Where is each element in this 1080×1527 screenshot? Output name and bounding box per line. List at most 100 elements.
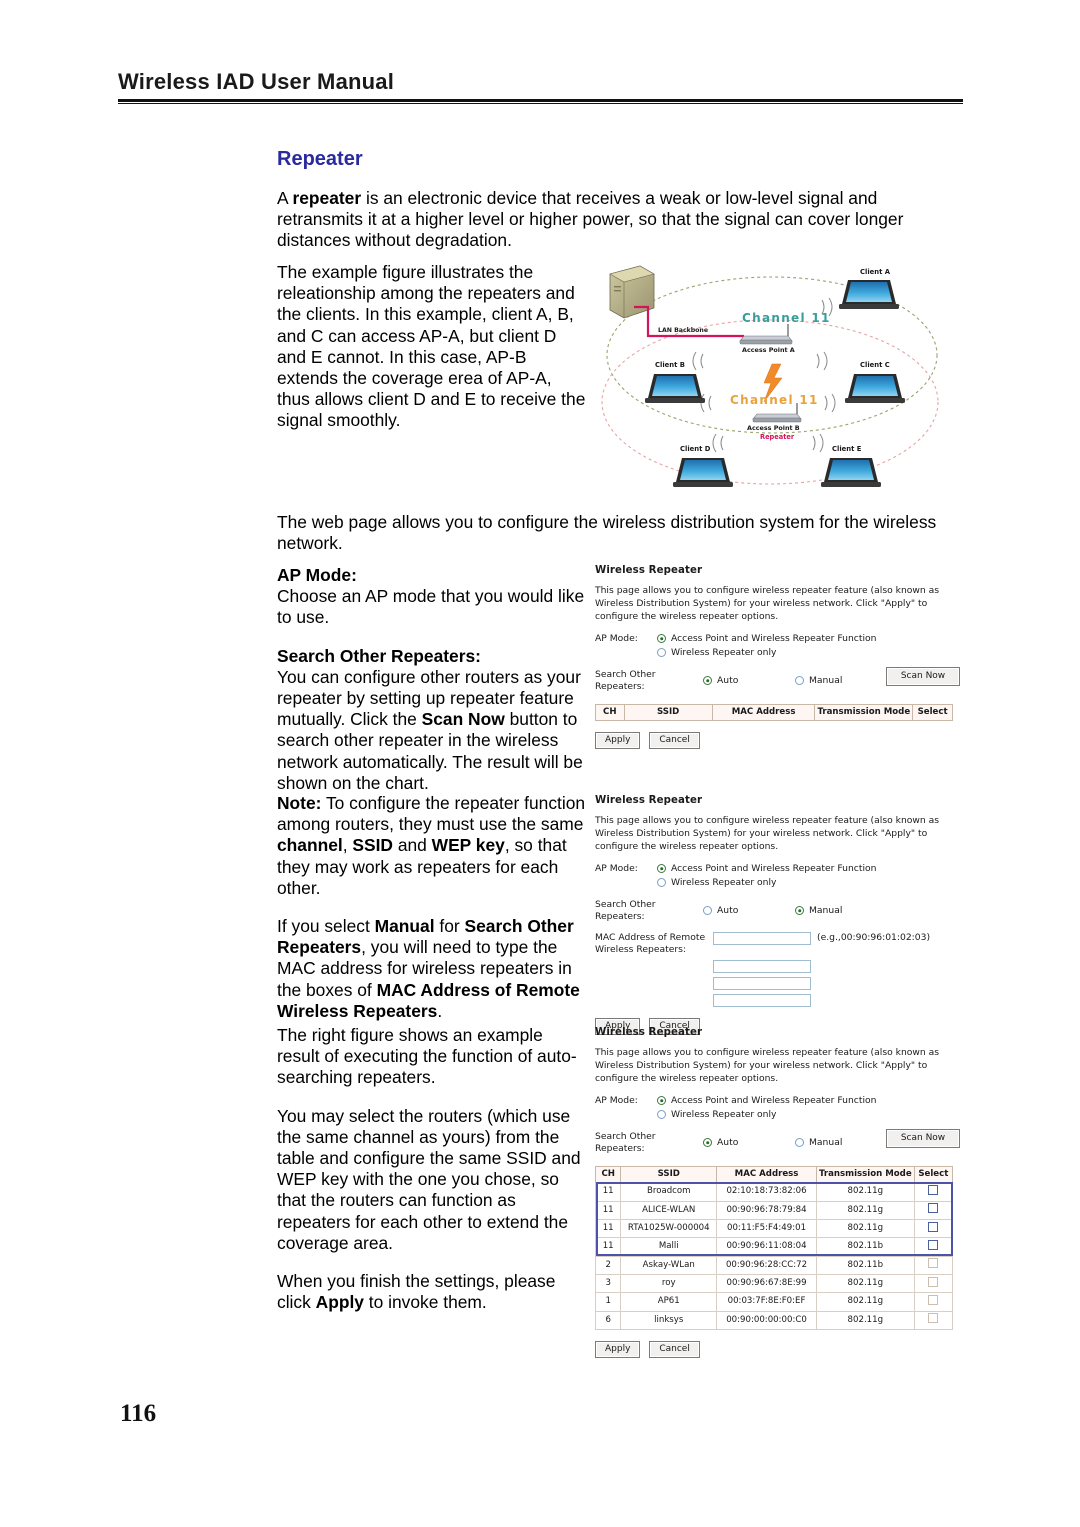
panel3-search-auto-label: Auto [717,1136,739,1148]
cell-mac: 00:03:7F:8E:F0:EF [716,1292,817,1312]
table-row[interactable]: 3 roy 00:90:96:67:8E:99 802.11g [594,1274,954,1294]
figure-paragraph: The example figure illustrates the relea… [277,262,586,431]
checkbox-icon[interactable] [928,1221,939,1232]
panel2-search-radio-auto[interactable]: Auto [703,905,795,917]
panel3-table-body: 11 Broadcom 02:10:18:73:82:06 802.11g 11 ALIC… [594,1182,954,1331]
svg-text:Channel 11: Channel 11 [730,393,819,407]
note-text-1: To configure the repeater function among… [277,793,586,835]
panel2-ap-mode-radio-ap-and-repeater[interactable]: Access Point and Wireless Repeater Funct… [657,863,876,875]
panel1-ap-mode-label: AP Mode: [595,632,638,644]
checkbox-icon[interactable] [928,1203,939,1214]
cell-mac: 00:90:96:67:8E:99 [716,1274,817,1294]
checkbox-icon[interactable] [928,1258,939,1269]
svg-text:Client E: Client E [832,445,862,453]
svg-text:Access Point B: Access Point B [747,424,800,432]
cell-mode: 802.11b [815,1237,915,1257]
table-row[interactable]: 1 AP61 00:03:7F:8E:F0:EF 802.11g [594,1292,954,1312]
panel3-cancel-button[interactable]: Cancel [649,1341,700,1359]
radio-icon[interactable] [795,1138,804,1148]
table-header-row: CH SSID MAC Address Transmission Mode Se… [594,1166,954,1184]
radio-icon[interactable] [657,1096,666,1106]
cell-select[interactable] [913,1255,954,1276]
panel2-mac-first-row: MAC Address of Remote Wireless Repeaters… [595,932,960,956]
apply-text-2: to invoke them. [363,1292,487,1313]
panel2-search-radio-manual[interactable]: Manual [795,905,905,917]
panel3-search-radio-auto[interactable]: Auto [703,1137,795,1149]
panel3-ap-mode-radio-ap-and-repeater[interactable]: Access Point and Wireless Repeater Funct… [657,1095,876,1107]
panel3-apply-button[interactable]: Apply [595,1341,641,1359]
checkbox-icon[interactable] [928,1313,939,1324]
cell-mode: 802.11g [815,1200,915,1221]
panel2-mac-input-4[interactable] [713,993,811,1007]
panel3-scan-now-button[interactable]: Scan Now [886,1128,960,1148]
apply-paragraph: When you finish the settings, please cli… [277,1271,587,1313]
cell-select[interactable] [913,1182,954,1202]
cell-mode: 802.11g [815,1310,915,1331]
apply-bold: Apply [315,1292,364,1313]
panel3-ap-mode-group: AP Mode: Access Point and Wireless Repea… [595,1095,960,1121]
panel1-cancel-button[interactable]: Cancel [649,732,700,750]
panel2-mac-input-1[interactable] [713,932,811,946]
panel1-ap-mode-radio-ap-and-repeater[interactable]: Access Point and Wireless Repeater Funct… [657,633,876,645]
manual-bold-manual: Manual [374,916,435,937]
cell-mac: 00:90:96:78:79:84 [716,1200,817,1221]
radio-icon[interactable] [657,864,666,874]
radio-icon[interactable] [703,676,712,686]
panel1-ap-mode-radio-repeater-only[interactable]: Wireless Repeater only [657,647,777,659]
checkbox-icon[interactable] [928,1276,939,1287]
cell-mac: 00:90:00:00:00:C0 [716,1310,817,1331]
radio-icon[interactable] [657,634,666,644]
panel1-search-auto-label: Auto [717,674,739,686]
panel2-ap-mode-label: AP Mode: [595,862,638,874]
svg-text:Client D: Client D [680,445,711,453]
panel1-ap-mode-option-2-label: Wireless Repeater only [671,646,777,658]
radio-icon[interactable] [657,1110,666,1120]
checkbox-icon[interactable] [928,1184,939,1195]
table-row[interactable]: 11 ALICE-WLAN 00:90:96:78:79:84 802.11g [594,1200,954,1221]
th-ssid: SSID [623,704,713,722]
search-repeaters-paragraph: Search Other Repeaters: You can configur… [277,646,587,794]
cell-select[interactable] [913,1292,954,1312]
table-row[interactable]: 11 RTA1025W-000004 00:11:F5:F4:49:01 802.11… [594,1219,954,1239]
cell-ssid: linksys [620,1310,718,1331]
table-row[interactable]: 2 Askay-WLan 00:90:96:28:CC:72 802.11b [594,1255,954,1276]
panel2-ap-mode-radio-repeater-only[interactable]: Wireless Repeater only [657,877,777,889]
radio-icon[interactable] [657,878,666,888]
panel1-scan-now-button[interactable]: Scan Now [886,666,960,686]
panel3-ap-mode-radio-repeater-only[interactable]: Wireless Repeater only [657,1109,777,1121]
radio-icon[interactable] [795,906,804,916]
panel2-mac-input-3[interactable] [713,976,811,990]
cell-ssid: roy [620,1274,718,1294]
panel2-mac-label-line1: MAC Address of Remote [595,932,706,944]
cell-ch: 2 [594,1255,622,1276]
table-row[interactable]: 6 linksys 00:90:00:00:00:C0 802.11g [594,1310,954,1331]
cell-select[interactable] [913,1237,954,1257]
cell-select[interactable] [913,1200,954,1221]
cell-select[interactable] [913,1219,954,1239]
panel1-apply-button[interactable]: Apply [595,732,641,750]
panel1-search-radio-auto[interactable]: Auto [703,675,795,687]
running-title: Wireless IAD User Manual [118,69,395,94]
checkbox-icon[interactable] [928,1239,939,1250]
cell-select[interactable] [913,1310,954,1331]
ap-mode-lead: AP Mode: [277,565,357,585]
cell-select[interactable] [913,1274,954,1294]
panel3-description: This page allows you to configure wirele… [595,1047,940,1084]
radio-icon[interactable] [795,676,804,686]
radio-icon[interactable] [657,648,666,658]
manual-text-1: If you select [277,916,375,937]
table-row[interactable]: 11 Malli 00:90:96:11:08:04 802.11b [594,1237,954,1257]
table-row[interactable]: 11 Broadcom 02:10:18:73:82:06 802.11g [594,1182,954,1202]
radio-icon[interactable] [703,906,712,916]
checkbox-icon[interactable] [928,1294,939,1305]
th-select: Select [913,1166,954,1184]
table-header-row: CH SSID MAC Address Transmission Mode Se… [595,704,953,722]
panel3-button-row: Apply Cancel [595,1341,960,1359]
radio-icon[interactable] [703,1138,712,1148]
note-lead: Note: [277,793,322,813]
cell-ssid: ALICE-WLAN [620,1200,718,1221]
th-ch: CH [594,1166,622,1184]
panel2-mac-input-2[interactable] [713,959,811,973]
panel1-search-row: Search Other Repeaters: Auto Manual Scan… [595,666,960,693]
panel3-search-row: Search Other Repeaters: Auto Manual Scan… [595,1128,960,1155]
